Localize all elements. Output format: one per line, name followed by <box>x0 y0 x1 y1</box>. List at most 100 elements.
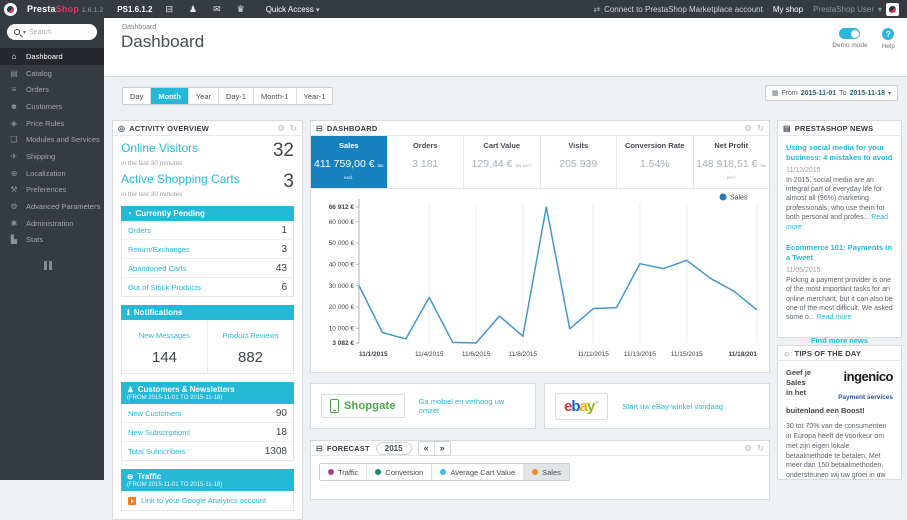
range-month-1-button[interactable]: Month-1 <box>254 88 297 104</box>
refresh-icon[interactable]: ↻ <box>757 123 764 134</box>
customers-newsletters-section: ♟ Customers & Newsletters (FROM 2015-11-0… <box>121 382 294 462</box>
svg-text:30 000 €: 30 000 € <box>329 283 355 290</box>
sidebar-item-localization[interactable]: ⊕ Localization <box>0 165 104 182</box>
google-analytics-row: Link to your Google Analytics account <box>121 491 294 512</box>
user-menu[interactable]: PrestaShop User ▾ <box>813 2 899 16</box>
topbar: PrestaShop 1.6.1.2 PS1.6.1.2 ⊟ ♟ ✉ ♛ Quic… <box>0 0 907 18</box>
gear-icon[interactable]: ⚙ <box>277 123 285 134</box>
product-reviews-link[interactable]: Product Reviews <box>222 331 278 340</box>
google-analytics-link[interactable]: Link to your Google Analytics account <box>141 496 266 505</box>
svg-text:10 000 €: 10 000 € <box>329 325 355 332</box>
news-article-title-link[interactable]: Ecommerce 101: Payments in a Tweet <box>786 243 893 263</box>
refresh-icon[interactable]: ↻ <box>290 123 297 134</box>
kpi-cart-value[interactable]: Cart Value 129,44 € tax excl. <box>464 136 541 188</box>
sidebar-item-advanced-parameters[interactable]: ⚙ Advanced Parameters <box>0 198 104 215</box>
my-shop-link[interactable]: My shop <box>773 5 803 14</box>
abandoned-carts-link[interactable]: Abandoned Carts <box>128 264 186 273</box>
sidebar-item-modules[interactable]: ❑ Modules and Services <box>0 131 104 148</box>
gears-icon: ⚙ <box>10 202 18 212</box>
messages-icon[interactable]: ✉ <box>210 4 224 14</box>
range-day-button[interactable]: Day <box>123 88 152 104</box>
sidebar-item-stats[interactable]: ▙ Stats <box>0 232 104 249</box>
news-article-title-link[interactable]: Using social media for your business: 4 … <box>786 143 893 163</box>
pending-row-out-of-stock: Out of Stock Products 6 <box>128 281 287 293</box>
ebay-banner[interactable]: ebay™ Start uw eBay-winkel vandaag <box>544 383 770 429</box>
sidebar-collapse-button[interactable] <box>44 261 104 271</box>
kpi-visits[interactable]: Visits 205 939 <box>541 136 617 188</box>
range-year-button[interactable]: Year <box>188 88 219 104</box>
demo-mode-toggle[interactable] <box>839 28 861 39</box>
active-carts-link[interactable]: Active Shopping Carts <box>121 172 240 186</box>
forecast-tab-traffic[interactable]: Traffic <box>320 464 368 480</box>
book-icon: ▤ <box>10 68 18 78</box>
date-range-buttons: Day Month Year Day-1 Month-1 Year-1 <box>122 87 334 105</box>
sales-line-chart: 66 912 € 60 000 € 50 000 € 40 000 € 30 000 €… <box>329 193 758 358</box>
new-subscriptions-link[interactable]: New Subscriptions <box>128 428 190 437</box>
total-subscribers-row: Total Subscribers 1308 <box>128 445 287 457</box>
range-year-1-button[interactable]: Year-1 <box>296 88 333 104</box>
prestashop-news-panel: ▤ PRESTASHOP NEWS Using social media for … <box>777 120 902 345</box>
sidebar-item-administration[interactable]: ✱ Administration <box>0 215 104 232</box>
gear-icon[interactable]: ⚙ <box>744 443 752 454</box>
shopgate-link[interactable]: Ga mobiel en verhoog uw omzet <box>419 397 525 415</box>
sidebar-search[interactable]: ▾ <box>7 24 97 40</box>
pending-orders-link[interactable]: Orders <box>128 226 151 235</box>
gear-icon[interactable]: ⚙ <box>744 123 752 134</box>
sidebar-item-customers[interactable]: ☻ Customers <box>0 98 104 115</box>
wrench-icon: ⚒ <box>10 185 18 195</box>
forecast-tab-conversion[interactable]: Conversion <box>367 464 433 480</box>
sidebar-item-catalog[interactable]: ▤ Catalog <box>0 65 104 82</box>
find-more-news-link[interactable]: Find more news <box>786 336 893 345</box>
sidebar-item-orders[interactable]: ≡ Orders <box>0 81 104 98</box>
breadcrumb[interactable]: Dashboard <box>122 24 156 31</box>
help-icon[interactable]: ? <box>882 28 895 40</box>
kpi-orders[interactable]: Orders 3 181 <box>388 136 464 188</box>
sidebar-item-preferences[interactable]: ⚒ Preferences <box>0 182 104 199</box>
date-from: 2015-11-01 <box>800 89 837 97</box>
sidebar-item-dashboard[interactable]: ⌂ Dashboard <box>0 48 104 65</box>
forecast-tab-sales[interactable]: Sales <box>524 464 569 480</box>
trophy-icon[interactable]: ♛ <box>234 4 248 14</box>
refresh-icon[interactable]: ↻ <box>757 443 764 454</box>
chevron-down-icon: ▾ <box>23 29 27 36</box>
prestashop-logo-icon[interactable] <box>4 2 17 16</box>
ebay-link[interactable]: Start uw eBay-winkel vandaag <box>622 402 723 411</box>
shop-version: PS1.6.1.2 <box>117 4 153 14</box>
ingenico-logo[interactable]: ingenico Payment services <box>817 368 893 404</box>
pending-row-orders: Orders 1 <box>122 221 293 241</box>
forecast-prev-button[interactable]: « <box>418 441 435 455</box>
kpi-net-profit[interactable]: Net Profit 148 918,51 € tax excl. <box>694 136 770 188</box>
pending-row-returns: Return/Exchanges 3 <box>122 240 293 260</box>
kpi-conversion-rate[interactable]: Conversion Rate 1.54% <box>617 136 694 188</box>
search-input[interactable] <box>29 28 90 36</box>
search-icon <box>14 29 20 35</box>
sidebar-item-price-rules[interactable]: ◈ Price Rules <box>0 115 104 132</box>
forecast-year[interactable]: 2015 <box>375 441 412 455</box>
date-range-picker[interactable]: ▦ From 2015-11-01 To 2015-11-18 ▾ <box>764 85 898 101</box>
forecast-tabs: Traffic Conversion Average Cart Value Sa… <box>319 463 570 481</box>
out-of-stock-link[interactable]: Out of Stock Products <box>128 283 201 292</box>
online-visitors-link[interactable]: Online Visitors <box>121 141 198 155</box>
read-more-link[interactable]: Read more <box>817 314 852 321</box>
sidebar: ▾ ⌂Dashboard ▤Catalog ≡Orders ☻Customers… <box>0 18 104 480</box>
new-messages-link[interactable]: New Messages <box>139 331 190 340</box>
new-customers-link[interactable]: New Customers <box>128 409 181 418</box>
activity-overview-title: ◎ ACTIVITY OVERVIEW <box>118 123 209 133</box>
kpi-sales[interactable]: Sales 411 759,00 € tax excl. <box>311 136 388 188</box>
sidebar-item-shipping[interactable]: ✈ Shipping <box>0 148 104 165</box>
total-subscribers-link[interactable]: Total Subscribers <box>128 447 186 456</box>
range-month-button[interactable]: Month <box>151 88 189 104</box>
shopgate-logo: Shopgate <box>321 394 405 418</box>
customers-icon[interactable]: ♟ <box>186 4 200 14</box>
shopgate-banner[interactable]: Shopgate Ga mobiel en verhoog uw omzet <box>310 383 536 429</box>
pending-returns-link[interactable]: Return/Exchanges <box>128 245 190 254</box>
news-article: Using social media for your business: 4 … <box>786 143 893 231</box>
cart-icon[interactable]: ⊟ <box>162 4 176 14</box>
pending-row-abandoned-carts: Abandoned Carts 43 <box>122 259 293 279</box>
quick-access-menu[interactable]: Quick Access ▾ <box>266 5 320 14</box>
range-day-1-button[interactable]: Day-1 <box>219 88 255 104</box>
forecast-next-button[interactable]: » <box>434 441 450 455</box>
forecast-tab-average-cart-value[interactable]: Average Cart Value <box>432 464 525 480</box>
marketplace-link[interactable]: ⇄ Connect to PrestaShop Marketplace accou… <box>593 5 762 14</box>
tips-body-text: 30 tot 70% van de consumenten in Europa … <box>786 423 887 480</box>
